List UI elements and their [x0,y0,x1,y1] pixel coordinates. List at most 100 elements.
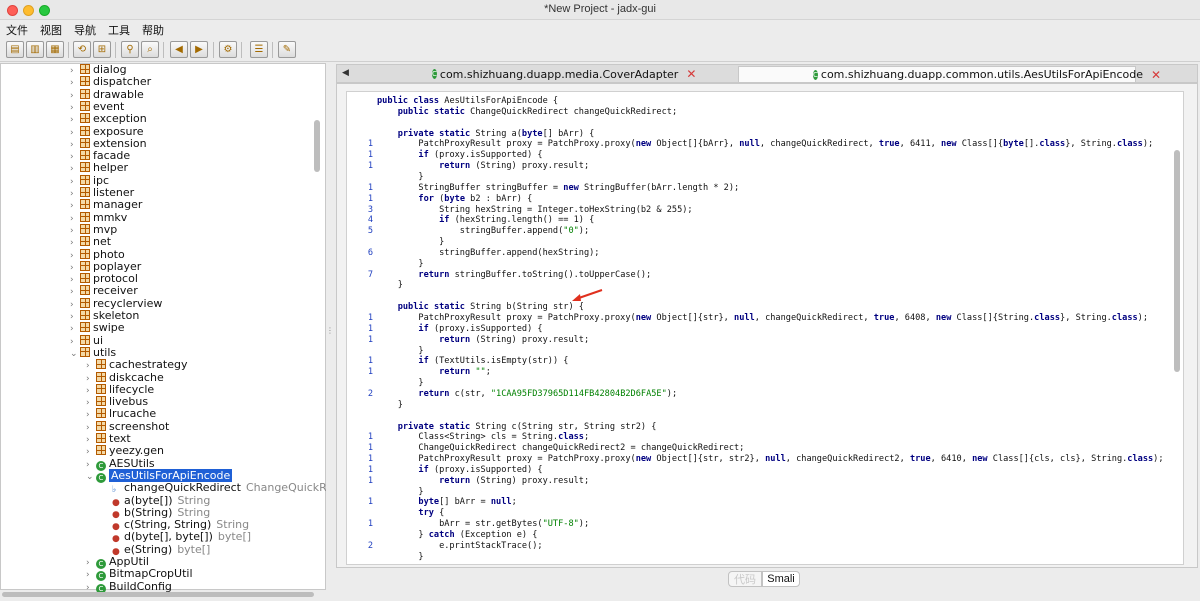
chevron-right-icon[interactable]: › [70,237,80,249]
code-text[interactable]: private static String a(byte[] bArr) { [377,129,595,140]
chevron-right-icon[interactable]: › [70,102,80,114]
code-text[interactable]: PatchProxyResult proxy = PatchProxy.prox… [377,454,1163,465]
chevron-right-icon[interactable]: › [86,385,96,397]
code-text[interactable]: return (String) proxy.result; [377,161,589,172]
chevron-right-icon[interactable]: › [70,127,80,139]
tab-cover-adapter[interactable]: C com.shizhuang.duapp.media.CoverAdapter… [432,66,696,82]
chevron-right-icon[interactable]: › [86,360,96,372]
chevron-right-icon[interactable]: › [70,139,80,151]
chevron-right-icon[interactable]: › [86,459,96,471]
chevron-right-icon[interactable]: › [70,274,80,286]
code-text[interactable]: } [377,237,444,248]
close-tab-icon[interactable]: ✕ [686,67,696,81]
search-icon[interactable]: ⚲ [121,41,139,58]
chevron-right-icon[interactable]: › [70,286,80,298]
code-text[interactable]: if (TextUtils.isEmpty(str)) { [377,356,568,367]
chevron-right-icon[interactable]: › [70,188,80,200]
code-text[interactable]: return ""; [377,367,491,378]
find-class-icon[interactable]: ⌕ [141,41,159,58]
editor-vertical-scrollbar[interactable] [1174,150,1180,372]
code-text[interactable]: public static ChangeQuickRedirect change… [377,107,677,118]
smali-view-button[interactable]: Smali [762,571,800,587]
code-text[interactable]: } [377,346,423,357]
tree-vertical-scrollbar[interactable] [314,120,320,172]
chevron-right-icon[interactable]: › [70,163,80,175]
sync-icon[interactable]: ⟲ [73,41,91,58]
code-text[interactable]: e.printStackTrace(); [377,541,543,552]
chevron-right-icon[interactable]: › [70,200,80,212]
code-text[interactable]: } [377,259,423,270]
chevron-right-icon[interactable]: › [70,176,80,188]
chevron-right-icon[interactable]: › [70,151,80,163]
code-text[interactable]: if (proxy.isSupported) { [377,150,542,161]
chevron-right-icon[interactable]: › [86,397,96,409]
preferences-icon[interactable]: ✎ [278,41,296,58]
chevron-right-icon[interactable]: › [70,250,80,262]
tab-aes-utils-for-api-encode[interactable]: C com.shizhuang.duapp.common.utils.AesUt… [738,66,1161,82]
code-text[interactable]: return (String) proxy.result; [377,335,589,346]
save-project-icon[interactable]: ▦ [46,41,64,58]
chevron-right-icon[interactable]: › [86,422,96,434]
code-text[interactable]: PatchProxyResult proxy = PatchProxy.prox… [377,139,1153,150]
close-tab-icon[interactable]: ✕ [1151,68,1161,82]
back-icon[interactable]: ◀ [170,41,188,58]
code-text[interactable]: } [377,172,423,183]
chevron-right-icon[interactable]: › [70,225,80,237]
chevron-right-icon[interactable]: › [70,114,80,126]
code-text[interactable]: stringBuffer.append(hexString); [377,248,599,259]
menu-help[interactable]: 帮助 [136,20,170,38]
code-text[interactable]: stringBuffer.append("0"); [377,226,589,237]
chevron-down-icon[interactable]: ⌄ [86,471,96,483]
chevron-right-icon[interactable]: › [86,373,96,385]
chevron-right-icon[interactable]: › [70,299,80,311]
code-text[interactable]: } [377,378,423,389]
flatten-icon[interactable]: ⊞ [93,41,111,58]
code-text[interactable]: } [377,280,403,291]
code-text[interactable]: StringBuffer stringBuffer = new StringBu… [377,183,739,194]
code-text[interactable]: PatchProxyResult proxy = PatchProxy.prox… [377,313,1148,324]
chevron-right-icon[interactable]: › [70,323,80,335]
chevron-right-icon[interactable]: › [86,434,96,446]
code-text[interactable]: try { [377,508,444,519]
chevron-right-icon[interactable]: › [86,569,96,581]
chevron-down-icon[interactable]: ⌄ [70,348,80,360]
menu-tools[interactable]: 工具 [102,20,136,38]
add-files-icon[interactable]: ▥ [26,41,44,58]
open-project-icon[interactable]: ▤ [6,41,24,58]
code-text[interactable]: private static String c(String str, Stri… [377,422,657,433]
code-text[interactable]: return (String) proxy.result; [377,476,589,487]
code-text[interactable]: bArr = str.getBytes("UTF-8"); [377,519,589,530]
code-text[interactable]: if (proxy.isSupported) { [377,465,542,476]
chevron-right-icon[interactable]: › [70,90,80,102]
chevron-right-icon[interactable]: › [70,77,80,89]
decompile-icon[interactable]: ⚙ [219,41,237,58]
chevron-right-icon[interactable]: › [70,213,80,225]
chevron-right-icon[interactable]: › [70,311,80,323]
code-text[interactable]: if (proxy.isSupported) { [377,324,542,335]
code-text[interactable]: ChangeQuickRedirect changeQuickRedirect2… [377,443,744,454]
chevron-right-icon[interactable]: › [70,262,80,274]
code-text[interactable]: } catch (Exception e) { [377,530,537,541]
chevron-right-icon[interactable]: › [86,446,96,458]
menu-view[interactable]: 视图 [34,20,68,38]
code-text[interactable]: public class AesUtilsForApiEncode { [377,96,558,107]
code-text[interactable]: } [377,487,423,498]
menu-navigation[interactable]: 导航 [68,20,102,38]
code-text[interactable]: } [377,552,423,563]
chevron-right-icon[interactable]: › [86,557,96,569]
code-text[interactable]: return stringBuffer.toString().toUpperCa… [377,270,651,281]
forward-icon[interactable]: ▶ [190,41,208,58]
chevron-right-icon[interactable]: › [70,336,80,348]
code-text[interactable]: public static String b(String str) { [377,302,584,313]
code-text[interactable]: byte[] bArr = null; [377,497,516,508]
chevron-right-icon[interactable]: › [70,65,80,77]
code-text[interactable]: Class<String> cls = String.class; [377,432,589,443]
code-editor[interactable]: public class AesUtilsForApiEncode { publ… [346,91,1184,565]
code-text[interactable]: String hexString = Integer.toHexString(b… [377,205,693,216]
tab-scroll-left-icon[interactable]: ◀ [342,67,349,78]
tree-horizontal-scrollbar[interactable] [2,592,314,597]
code-text[interactable]: if (hexString.length() == 1) { [377,215,594,226]
code-text[interactable]: return c(str, "1CAA95FD37965D114FB42804B… [377,389,677,400]
chevron-right-icon[interactable]: › [86,409,96,421]
code-text[interactable]: for (byte b2 : bArr) { [377,194,532,205]
